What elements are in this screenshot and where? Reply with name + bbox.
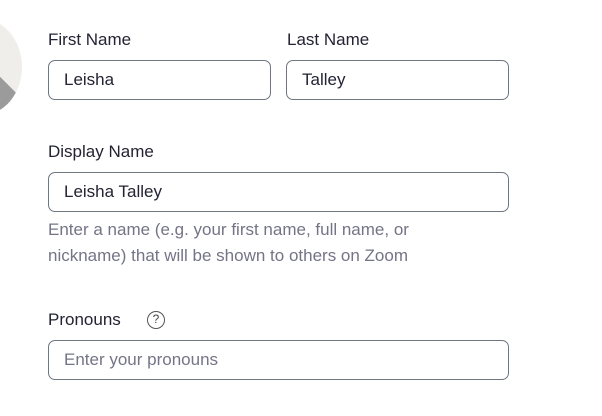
display-name-help-text: Enter a name (e.g. your first name, full…: [48, 217, 488, 269]
display-name-help-line-1: Enter a name (e.g. your first name, full…: [48, 220, 409, 239]
display-name-label: Display Name: [48, 142, 154, 161]
first-name-field[interactable]: [48, 60, 271, 100]
display-name-field[interactable]: [48, 172, 509, 212]
profile-edit-form: First Name Last Name Display Name Enter …: [0, 0, 602, 416]
first-name-label: First Name: [48, 30, 132, 49]
pronouns-field[interactable]: [48, 340, 509, 380]
last-name-field[interactable]: [286, 60, 509, 100]
pronouns-label: Pronouns: [48, 310, 121, 329]
question-circle-icon[interactable]: ?: [147, 311, 165, 329]
avatar-silhouette-icon: [0, 76, 22, 115]
avatar[interactable]: [0, 19, 22, 115]
last-name-label: Last Name: [287, 30, 370, 49]
display-name-help-line-2: nickname) that will be shown to others o…: [48, 246, 409, 265]
